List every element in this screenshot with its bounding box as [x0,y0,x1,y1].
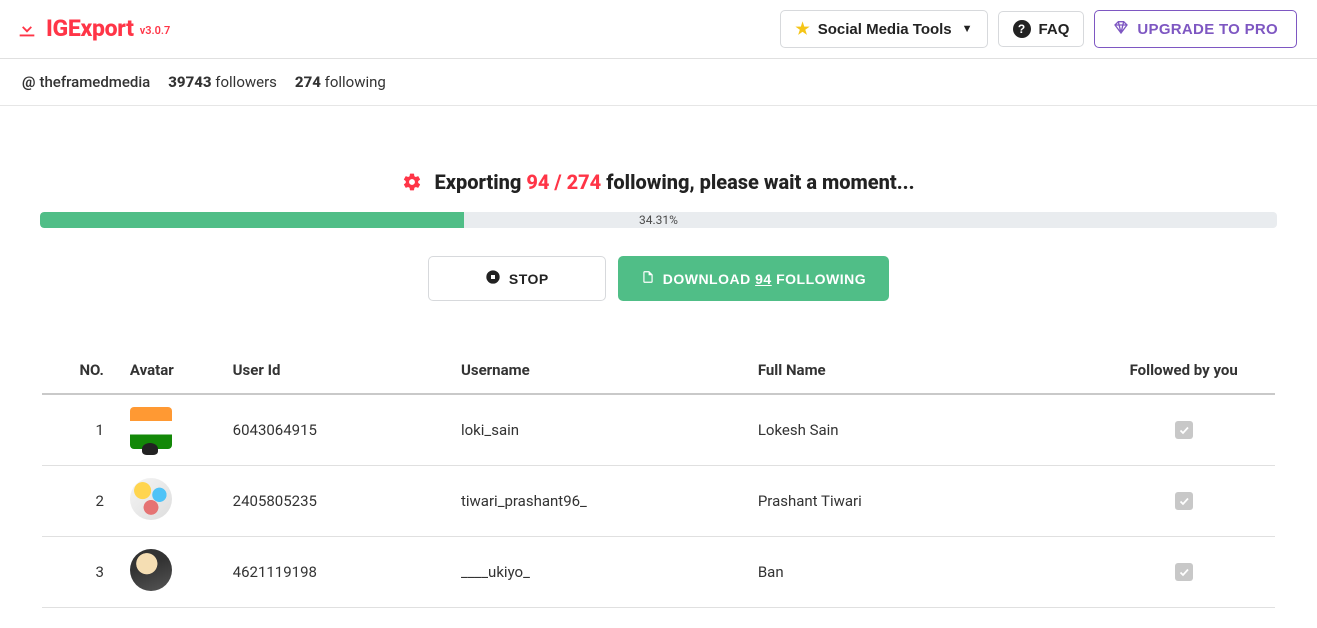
avatar [130,549,172,591]
header-avatar: Avatar [122,347,225,394]
cell-fullname: Prashant Tiwari [750,466,1093,537]
header-username: Username [453,347,750,394]
social-media-tools-button[interactable]: ★ Social Media Tools ▼ [780,10,987,48]
chevron-down-icon: ▼ [962,23,973,35]
cell-fullname: Ban [750,537,1093,608]
download-prefix: DOWNLOAD [663,271,751,287]
download-count: 94 [755,271,772,287]
main-content: Exporting 94 / 274 following, please wai… [0,105,1317,628]
followed-checkbox [1175,421,1193,439]
cell-no: 2 [42,466,122,537]
stop-button[interactable]: STOP [428,256,606,301]
star-icon: ★ [795,19,809,39]
upgrade-label: UPGRADE TO PRO [1137,21,1278,38]
stop-icon [485,269,501,288]
followed-checkbox [1175,492,1193,510]
at-symbol: @ [22,73,35,91]
cell-avatar [122,394,225,466]
export-prefix: Exporting [434,170,521,194]
header-userid: User Id [225,347,453,394]
cell-no: 3 [42,537,122,608]
export-total: 274 [567,170,602,194]
cell-followed [1092,394,1275,466]
followers-label: followers [215,73,277,91]
cell-userid: 4621119198 [225,537,453,608]
account-handle: @theframedmedia [22,73,150,91]
results-table-container: NO. Avatar User Id Username Full Name Fo… [40,347,1277,608]
faq-label: FAQ [1039,21,1070,38]
cell-followed [1092,537,1275,608]
brand-logo: IGExport [16,15,134,42]
brand-version: v3.0.7 [140,24,171,37]
gear-icon [402,172,422,192]
following-stat: 274 following [295,73,386,91]
following-count: 274 [295,73,321,91]
top-nav: ★ Social Media Tools ▼ ? FAQ UPGRADE TO … [780,10,1297,48]
header-no: NO. [42,347,122,394]
cell-avatar [122,466,225,537]
download-label: DOWNLOAD 94 FOLLOWING [663,271,866,287]
cell-username: ____ukiyo_ [453,537,750,608]
stop-label: STOP [509,271,549,287]
upgrade-button[interactable]: UPGRADE TO PRO [1094,10,1297,48]
social-tools-label: Social Media Tools [818,21,952,38]
cell-userid: 6043064915 [225,394,453,466]
export-sep: / [554,170,561,194]
download-logo-icon [16,18,38,40]
avatar [130,478,172,520]
followers-stat: 39743 followers [168,73,277,91]
action-buttons: STOP DOWNLOAD 94 FOLLOWING [40,256,1277,301]
cell-username: tiwari_prashant96_ [453,466,750,537]
header-followed: Followed by you [1092,347,1275,394]
file-icon [641,269,655,288]
avatar [130,407,172,449]
table-row[interactable]: 2 2405805235tiwari_prashant96_Prashant Ti… [42,466,1275,537]
brand-name: IGExport [46,15,134,42]
brand[interactable]: IGExport v3.0.7 [16,15,170,43]
table-row[interactable]: 1 6043064915loki_sainLokesh Sain [42,394,1275,466]
progress-text: 34.31% [40,212,1277,228]
header-fullname: Full Name [750,347,1093,394]
download-button[interactable]: DOWNLOAD 94 FOLLOWING [618,256,889,301]
handle-text: theframedmedia [39,73,150,91]
cell-avatar [122,537,225,608]
cell-fullname: Lokesh Sain [750,394,1093,466]
top-header: IGExport v3.0.7 ★ Social Media Tools ▼ ?… [0,0,1317,59]
cell-username: loki_sain [453,394,750,466]
cell-no: 1 [42,394,122,466]
cell-followed [1092,466,1275,537]
followed-checkbox [1175,563,1193,581]
cell-userid: 2405805235 [225,466,453,537]
diamond-icon [1113,20,1129,38]
download-suffix: FOLLOWING [776,271,866,287]
export-status-heading: Exporting 94 / 274 following, please wai… [40,170,1277,194]
progress-bar: 34.31% [40,212,1277,228]
export-current: 94 [526,170,549,194]
account-info-bar: @theframedmedia 39743 followers 274 foll… [0,59,1317,105]
followers-count: 39743 [168,73,211,91]
following-label: following [325,73,386,91]
export-suffix: following, please wait a moment... [606,170,914,194]
faq-button[interactable]: ? FAQ [998,11,1085,47]
table-row[interactable]: 3 4621119198____ukiyo_Ban [42,537,1275,608]
question-icon: ? [1013,20,1031,38]
export-text: Exporting 94 / 274 following, please wai… [434,170,914,194]
results-table: NO. Avatar User Id Username Full Name Fo… [42,347,1275,608]
table-header-row: NO. Avatar User Id Username Full Name Fo… [42,347,1275,394]
